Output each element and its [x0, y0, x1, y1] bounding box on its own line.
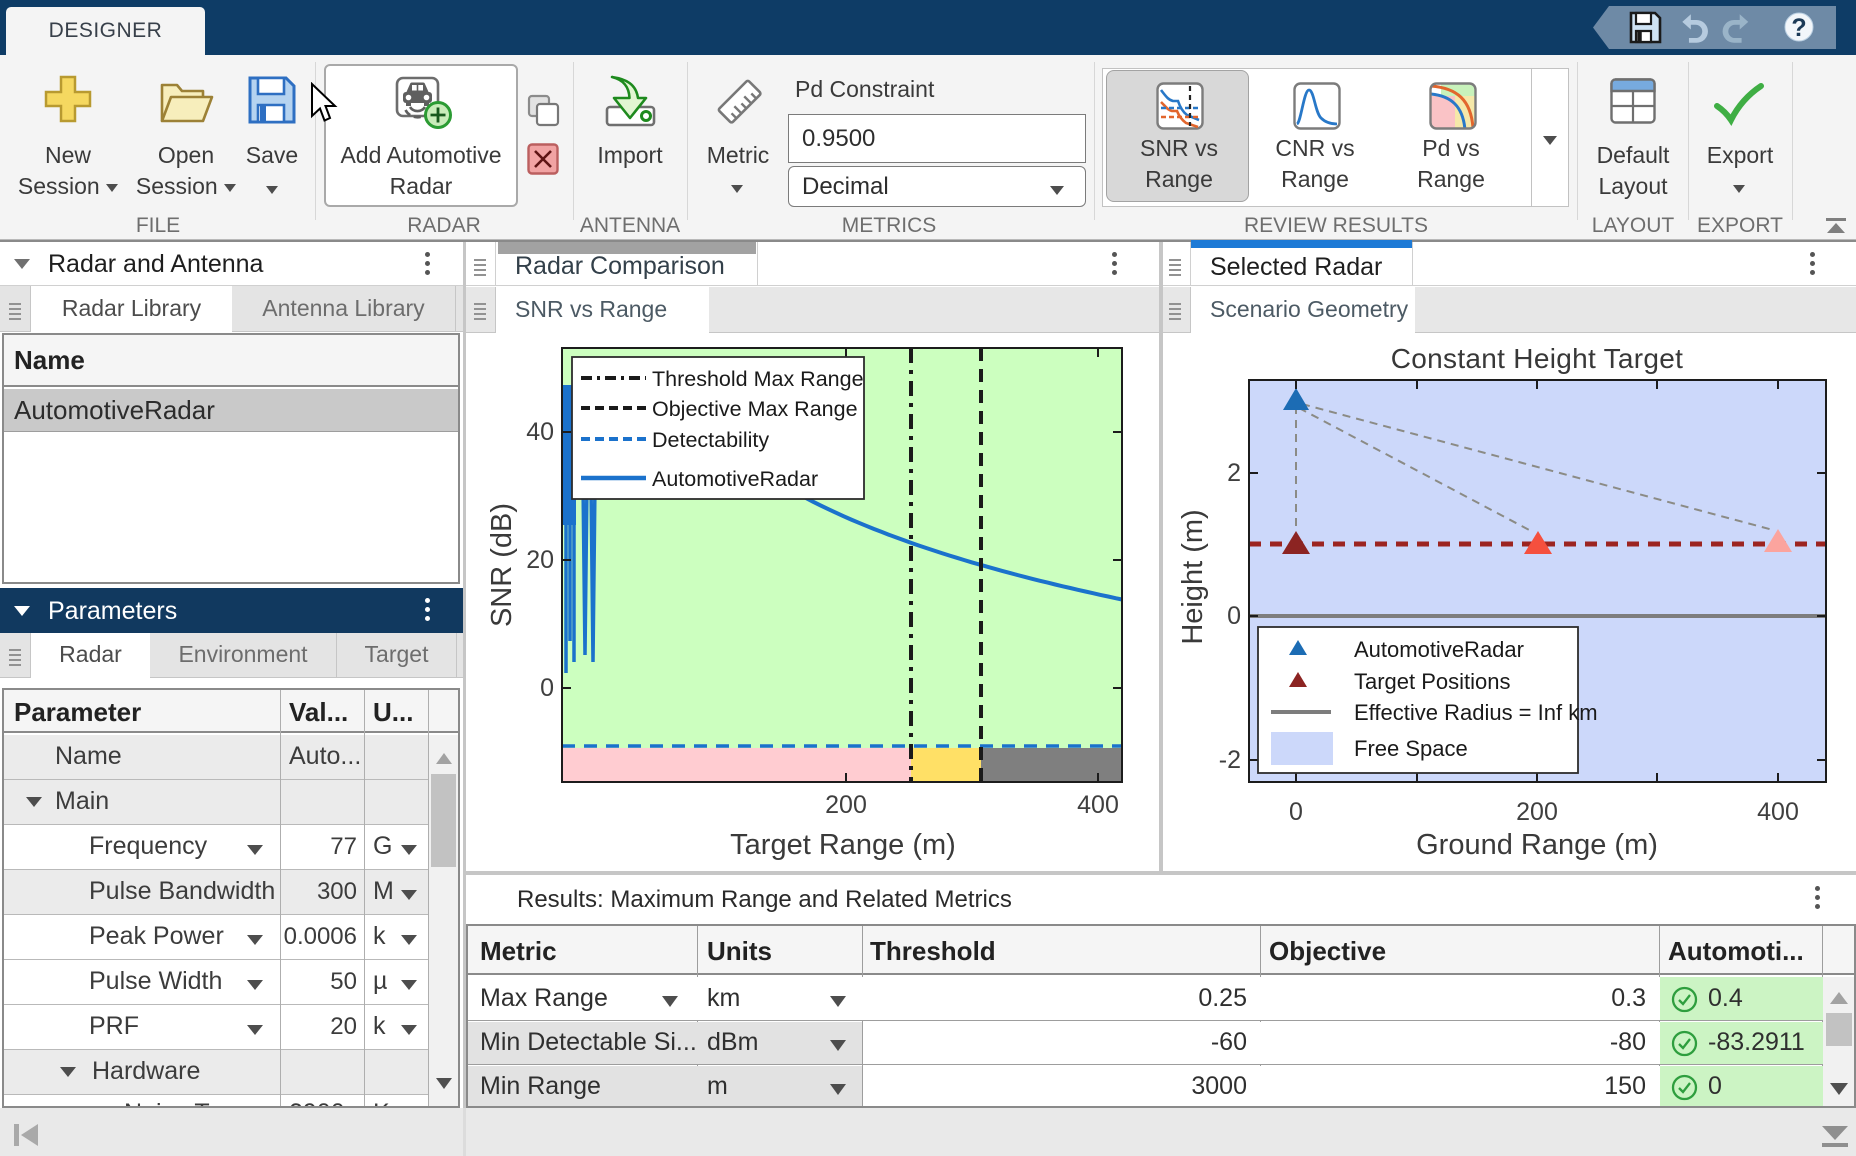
svg-text:400: 400	[1077, 791, 1119, 819]
svg-text:0: 0	[1289, 798, 1303, 826]
svg-text:Free Space: Free Space	[1354, 736, 1468, 761]
svg-text:40: 40	[526, 418, 554, 446]
svg-text:20: 20	[526, 546, 554, 574]
svg-text:Constant Height Target: Constant Height Target	[1391, 343, 1683, 374]
svg-text:2: 2	[1227, 459, 1241, 487]
svg-text:Target Positions: Target Positions	[1354, 669, 1511, 694]
svg-text:?: ?	[1791, 14, 1806, 42]
svg-text:Threshold Max Range: Threshold Max Range	[652, 367, 864, 391]
svg-text:Detectability: Detectability	[652, 428, 769, 452]
svg-text:0: 0	[1227, 602, 1241, 630]
svg-text:400: 400	[1757, 798, 1799, 826]
svg-text:-2: -2	[1219, 746, 1241, 774]
svg-text:Objective Max Range: Objective Max Range	[652, 397, 858, 421]
svg-text:SNR (dB): SNR (dB)	[486, 503, 518, 627]
svg-text:200: 200	[1516, 798, 1558, 826]
svg-text:Height (m): Height (m)	[1177, 509, 1209, 644]
svg-text:Ground Range (m): Ground Range (m)	[1416, 829, 1658, 861]
svg-text:0: 0	[540, 674, 554, 702]
svg-text:AutomotiveRadar: AutomotiveRadar	[1354, 637, 1524, 662]
svg-text:Effective Radius = Inf km: Effective Radius = Inf km	[1354, 700, 1598, 725]
svg-text:200: 200	[825, 791, 867, 819]
svg-text:AutomotiveRadar: AutomotiveRadar	[652, 467, 818, 491]
svg-text:Target Range (m): Target Range (m)	[730, 829, 956, 861]
